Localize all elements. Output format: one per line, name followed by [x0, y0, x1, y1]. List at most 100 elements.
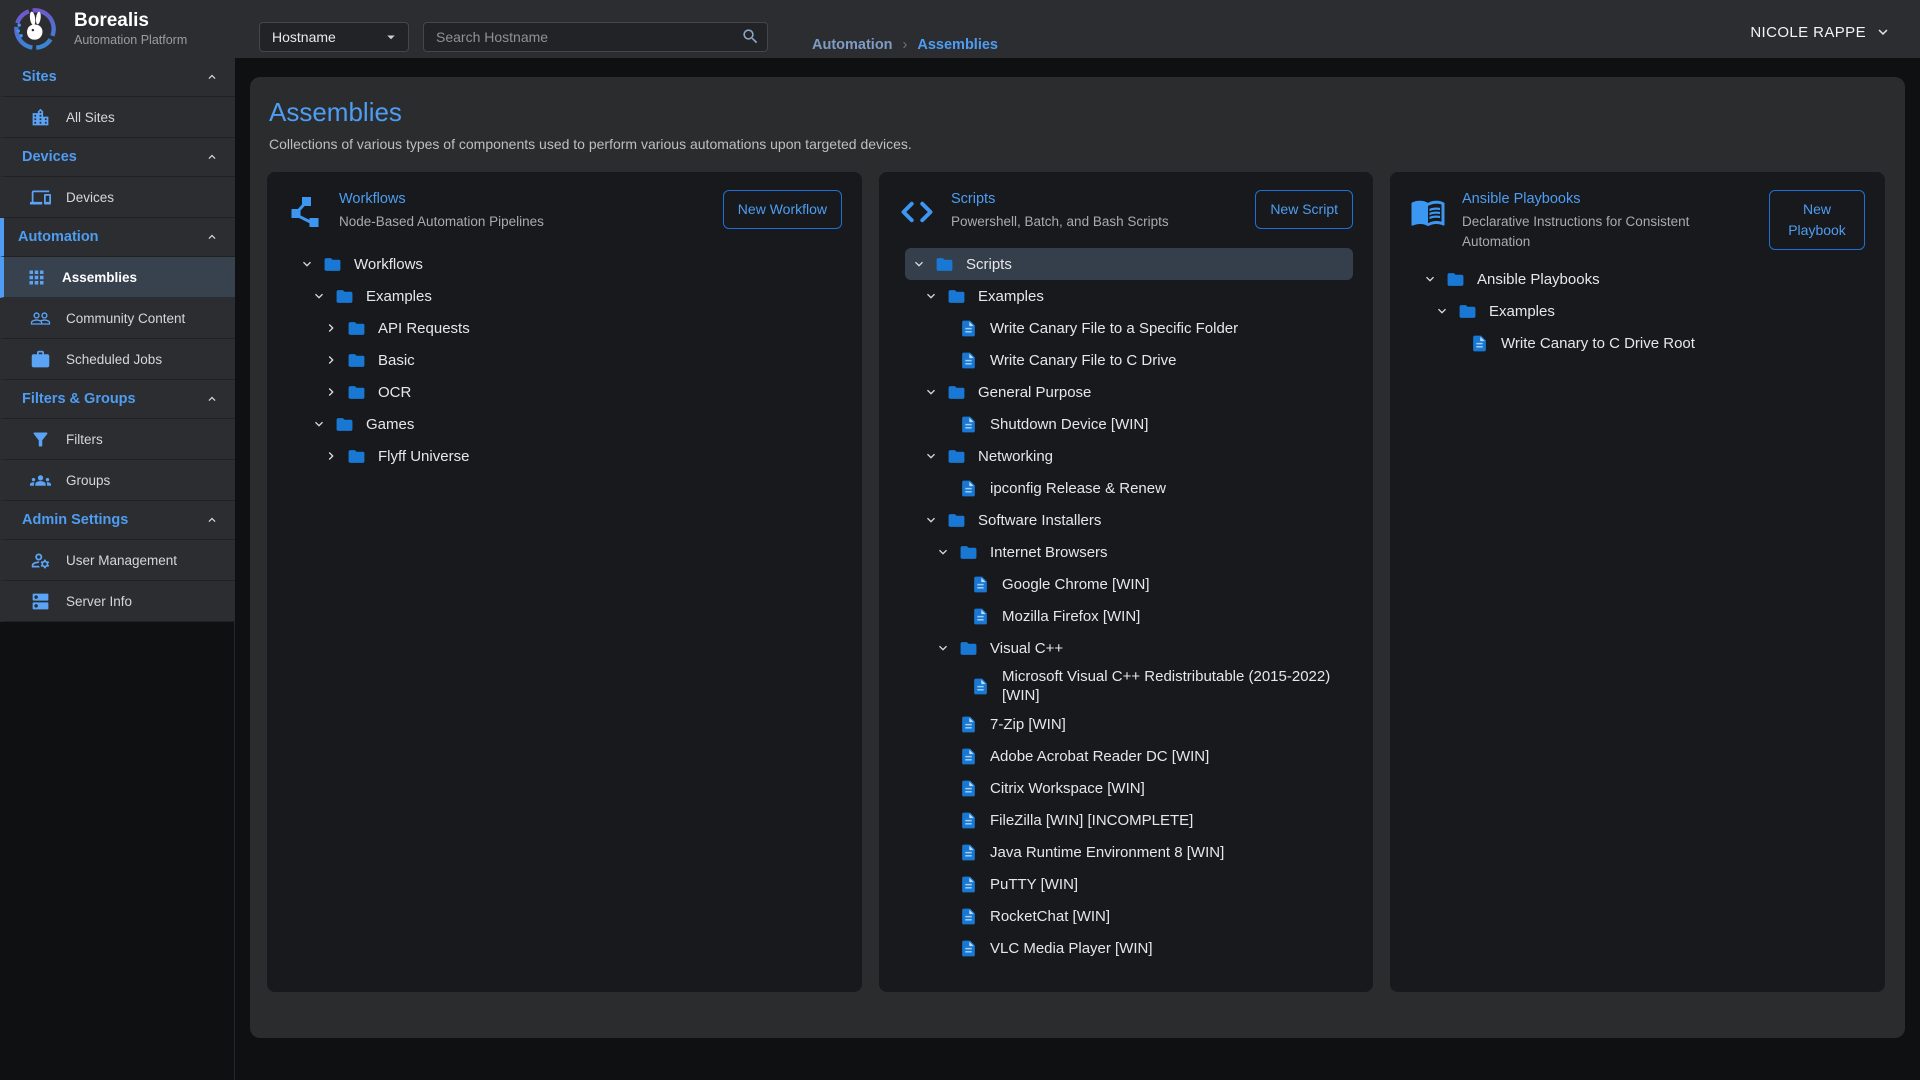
- chevron-up-icon: [205, 392, 219, 406]
- tree-node-games[interactable]: Games: [293, 408, 842, 440]
- chevron-expanded-icon[interactable]: [935, 640, 951, 656]
- tree-node-examples[interactable]: Examples: [293, 280, 842, 312]
- tree-node-write-canary-file-to-c-drive[interactable]: Write Canary File to C Drive: [905, 344, 1353, 376]
- chevron-expanded-icon[interactable]: [299, 256, 315, 272]
- sidebar-section-admin-settings[interactable]: Admin Settings: [0, 501, 235, 540]
- chevron-collapsed-icon[interactable]: [323, 352, 339, 368]
- chevron-expanded-icon[interactable]: [311, 416, 327, 432]
- tree-node-label: FileZilla [WIN] [INCOMPLETE]: [990, 808, 1199, 833]
- chevron-up-icon: [205, 150, 219, 164]
- chevron-collapsed-icon[interactable]: [323, 448, 339, 464]
- tree-node-examples[interactable]: Examples: [1416, 295, 1865, 327]
- folder-icon: [335, 287, 354, 306]
- sidebar-section-label: Devices: [22, 149, 77, 165]
- chevron-spacer: [935, 716, 951, 732]
- tree-node-rocketchat-win[interactable]: RocketChat [WIN]: [905, 900, 1353, 932]
- tree-node-7-zip-win[interactable]: 7-Zip [WIN]: [905, 708, 1353, 740]
- chevron-expanded-icon[interactable]: [923, 288, 939, 304]
- tree-node-ipconfig-release-renew[interactable]: ipconfig Release & Renew: [905, 472, 1353, 504]
- tree-node-label: Scripts: [966, 252, 1018, 277]
- tree-node-mozilla-firefox-win[interactable]: Mozilla Firefox [WIN]: [905, 600, 1353, 632]
- tree-node-scripts[interactable]: Scripts: [905, 248, 1353, 280]
- chevron-expanded-icon[interactable]: [911, 256, 927, 272]
- page-title: Assemblies: [269, 97, 1888, 128]
- file-icon: [959, 875, 978, 894]
- chevron-expanded-icon[interactable]: [935, 544, 951, 560]
- tree-node-examples[interactable]: Examples: [905, 280, 1353, 312]
- hostname-select[interactable]: Hostname: [259, 22, 409, 52]
- tree-node-basic[interactable]: Basic: [293, 344, 842, 376]
- sidebar-item-community-content[interactable]: Community Content: [0, 298, 235, 339]
- new-ansible-button[interactable]: New Playbook: [1769, 190, 1865, 250]
- tree-node-label: Shutdown Device [WIN]: [990, 412, 1154, 437]
- sidebar-item-filters[interactable]: Filters: [0, 419, 235, 460]
- chevron-expanded-icon[interactable]: [311, 288, 327, 304]
- user-menu[interactable]: NICOLE RAPPE: [1750, 23, 1920, 41]
- chevron-expanded-icon[interactable]: [1422, 271, 1438, 287]
- chevron-expanded-icon[interactable]: [923, 448, 939, 464]
- tree-node-networking[interactable]: Networking: [905, 440, 1353, 472]
- tree-node-shutdown-device-win[interactable]: Shutdown Device [WIN]: [905, 408, 1353, 440]
- file-icon: [959, 747, 978, 766]
- tree-node-vlc-media-player-win[interactable]: VLC Media Player [WIN]: [905, 932, 1353, 964]
- chevron-expanded-icon[interactable]: [1434, 303, 1450, 319]
- tree-node-label: Visual C++: [990, 636, 1069, 661]
- apps-icon: [26, 267, 47, 288]
- chevron-spacer: [947, 576, 963, 592]
- tree-node-software-installers[interactable]: Software Installers: [905, 504, 1353, 536]
- tree-node-filezilla-win-incomplete[interactable]: FileZilla [WIN] [INCOMPLETE]: [905, 804, 1353, 836]
- user-name: NICOLE RAPPE: [1750, 24, 1866, 41]
- tree-node-adobe-acrobat-reader-dc-win[interactable]: Adobe Acrobat Reader DC [WIN]: [905, 740, 1353, 772]
- tree-node-visual-c[interactable]: Visual C++: [905, 632, 1353, 664]
- new-scripts-button[interactable]: New Script: [1255, 190, 1353, 229]
- chevron-collapsed-icon[interactable]: [323, 384, 339, 400]
- sidebar-section-sites[interactable]: Sites: [0, 58, 235, 97]
- tree-node-putty-win[interactable]: PuTTY [WIN]: [905, 868, 1353, 900]
- sidebar-item-devices[interactable]: Devices: [0, 177, 235, 218]
- tree-node-internet-browsers[interactable]: Internet Browsers: [905, 536, 1353, 568]
- card-title: Ansible Playbooks: [1462, 191, 1753, 207]
- chevron-expanded-icon[interactable]: [923, 512, 939, 528]
- search-input[interactable]: [423, 22, 768, 52]
- chevron-collapsed-icon[interactable]: [323, 320, 339, 336]
- tree-node-api-requests[interactable]: API Requests: [293, 312, 842, 344]
- tree-node-general-purpose[interactable]: General Purpose: [905, 376, 1353, 408]
- card-subtitle: Node-Based Automation Pipelines: [339, 212, 707, 232]
- breadcrumb-automation[interactable]: Automation: [812, 37, 893, 53]
- tree-node-label: Write Canary to C Drive Root: [1501, 331, 1701, 356]
- tree-node-microsoft-visual-c-redistributable-2015-2022-win[interactable]: Microsoft Visual C++ Redistributable (20…: [905, 664, 1353, 708]
- tree-node-write-canary-to-c-drive-root[interactable]: Write Canary to C Drive Root: [1416, 327, 1865, 359]
- file-icon: [971, 677, 990, 696]
- chevron-spacer: [935, 320, 951, 336]
- tree-node-label: Networking: [978, 444, 1059, 469]
- tree-node-java-runtime-environment-8-win[interactable]: Java Runtime Environment 8 [WIN]: [905, 836, 1353, 868]
- chevron-down-icon: [1874, 23, 1892, 41]
- sidebar-section-filters-groups[interactable]: Filters & Groups: [0, 380, 235, 419]
- sidebar-item-server-info[interactable]: Server Info: [0, 581, 235, 622]
- sidebar-item-user-management[interactable]: User Management: [0, 540, 235, 581]
- sidebar-item-scheduled-jobs[interactable]: Scheduled Jobs: [0, 339, 235, 380]
- tree-node-citrix-workspace-win[interactable]: Citrix Workspace [WIN]: [905, 772, 1353, 804]
- sidebar-section-devices[interactable]: Devices: [0, 138, 235, 177]
- tree-node-ocr[interactable]: OCR: [293, 376, 842, 408]
- sidebar-item-groups[interactable]: Groups: [0, 460, 235, 501]
- chevron-spacer: [947, 678, 963, 694]
- chevron-up-icon: [205, 230, 219, 244]
- tree-node-google-chrome-win[interactable]: Google Chrome [WIN]: [905, 568, 1353, 600]
- chevron-expanded-icon[interactable]: [923, 384, 939, 400]
- card-title: Workflows: [339, 191, 707, 207]
- tree-node-flyff-universe[interactable]: Flyff Universe: [293, 440, 842, 472]
- sidebar-section-label: Sites: [22, 69, 57, 85]
- tree-node-write-canary-file-to-a-specific-folder[interactable]: Write Canary File to a Specific Folder: [905, 312, 1353, 344]
- folder-icon: [947, 287, 966, 306]
- tree-node-workflows[interactable]: Workflows: [293, 248, 842, 280]
- card-workflows: Workflows Node-Based Automation Pipelines…: [267, 172, 862, 992]
- breadcrumb-assemblies[interactable]: Assemblies: [917, 37, 998, 53]
- sidebar-item-assemblies[interactable]: Assemblies: [0, 257, 235, 298]
- sidebar-section-label: Admin Settings: [22, 512, 128, 528]
- tree-node-ansible-playbooks[interactable]: Ansible Playbooks: [1416, 263, 1865, 295]
- sidebar-section-automation[interactable]: Automation: [0, 218, 235, 257]
- new-workflows-button[interactable]: New Workflow: [723, 190, 842, 229]
- code-icon: [899, 192, 935, 228]
- sidebar-item-all-sites[interactable]: All Sites: [0, 97, 235, 138]
